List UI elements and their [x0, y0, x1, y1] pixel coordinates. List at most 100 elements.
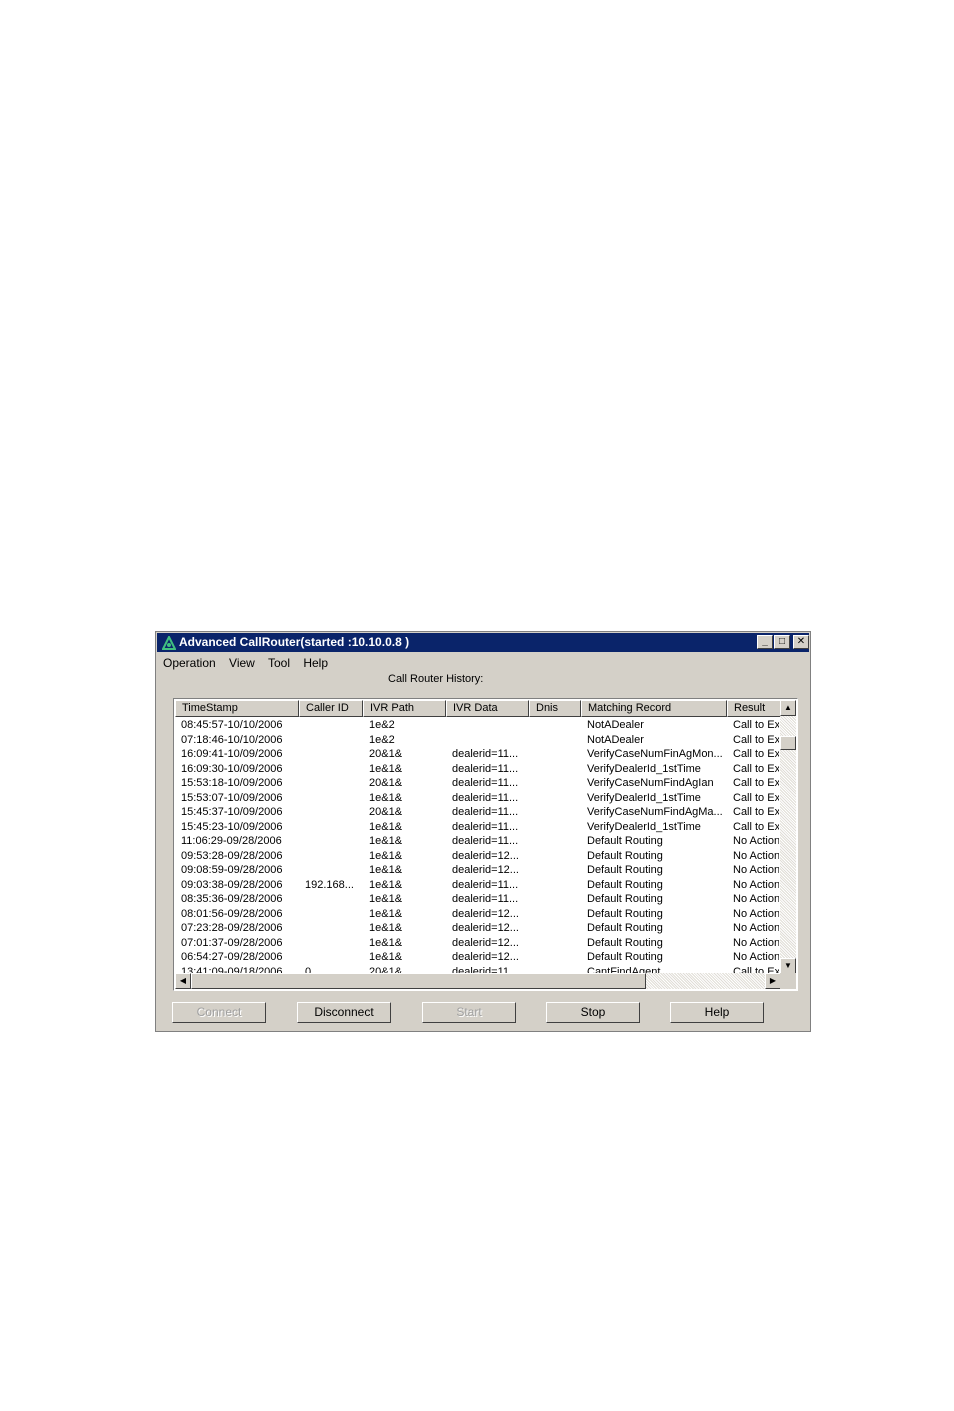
cell-result: No Action — [733, 835, 779, 847]
table-row[interactable]: 15:45:37-10/09/2006 20&1& dealerid=11... Ve… — [175, 805, 781, 820]
cell-matching-record: Default Routing — [587, 907, 663, 920]
cell-timestamp: 16:09:41-10/09/2006 — [181, 748, 283, 760]
close-button[interactable]: ✕ — [793, 635, 809, 649]
cell-ivr-path: 1e&1& — [369, 864, 403, 876]
cell-ivr-path: 1e&1& — [369, 907, 403, 920]
table-row[interactable]: 15:45:23-10/09/2006 1e&1& dealerid=11... Ve… — [175, 820, 781, 835]
table-row[interactable]: 09:08:59-09/28/2006 1e&1& dealerid=12... De… — [175, 863, 781, 878]
column-header-ivr-data[interactable]: IVR Data — [446, 700, 529, 717]
cell-result: No Action — [733, 907, 779, 920]
table-row[interactable]: 16:09:30-10/09/2006 1e&1& dealerid=11... Ve… — [175, 762, 781, 777]
table-row[interactable]: 08:45:57-10/10/2006 1e&2 NotADealer Call to… — [175, 718, 781, 733]
menu-view[interactable]: View — [229, 656, 255, 670]
table-row[interactable]: 11:06:29-09/28/2006 1e&1& dealerid=11... De… — [175, 834, 781, 849]
cell-ivr-data: dealerid=11... — [452, 820, 519, 833]
menu-tool[interactable]: Tool — [268, 656, 290, 670]
table-row[interactable]: 08:35:36-09/28/2006 1e&1& dealerid=11... De… — [175, 892, 781, 907]
cell-timestamp: 15:45:23-10/09/2006 — [181, 820, 283, 833]
cell-ivr-path: 1e&2 — [369, 719, 395, 731]
start-button[interactable]: Start — [422, 1002, 516, 1023]
cell-timestamp: 08:35:36-09/28/2006 — [181, 893, 283, 905]
table-row[interactable]: 08:01:56-09/28/2006 1e&1& dealerid=12... De… — [175, 907, 781, 922]
disconnect-button[interactable]: Disconnect — [297, 1002, 391, 1023]
history-label: Call Router History: — [388, 673, 484, 685]
table-row[interactable]: 06:54:27-09/28/2006 1e&1& dealerid=12... De… — [175, 950, 781, 965]
cell-result: No Action — [733, 936, 779, 949]
table-row[interactable]: 07:23:28-09/28/2006 1e&1& dealerid=12... De… — [175, 921, 781, 936]
cell-timestamp: 06:54:27-09/28/2006 — [181, 951, 283, 963]
cell-ivr-path: 1e&1& — [369, 936, 403, 949]
cell-timestamp: 09:08:59-09/28/2006 — [181, 864, 283, 876]
cell-timestamp: 07:23:28-09/28/2006 — [181, 922, 283, 934]
vertical-scroll-thumb[interactable] — [780, 736, 796, 750]
cell-ivr-path: 1e&1& — [369, 922, 403, 934]
cell-timestamp: 07:01:37-09/28/2006 — [181, 936, 283, 949]
cell-ivr-path: 20&1& — [369, 806, 403, 818]
cell-timestamp: 15:53:07-10/09/2006 — [181, 791, 283, 804]
column-header-result[interactable]: Result — [727, 700, 781, 717]
cell-timestamp: 09:03:38-09/28/2006 — [181, 878, 283, 891]
minimize-button[interactable]: _ — [757, 635, 773, 649]
cell-matching-record: VerifyDealerId_1stTime — [587, 791, 701, 804]
cell-ivr-data: dealerid=12... — [452, 849, 519, 862]
cell-ivr-path: 1e&1& — [369, 951, 403, 963]
cell-matching-record: VerifyCaseNumFinAgMon... — [587, 748, 723, 760]
cell-result: Call to Ex — [733, 733, 779, 746]
cell-matching-record: Default Routing — [587, 849, 663, 862]
title-bar[interactable]: Advanced CallRouter(started :10.10.0.8 )… — [157, 633, 809, 652]
column-header-timestamp[interactable]: TimeStamp — [175, 700, 299, 717]
cell-ivr-path: 1e&1& — [369, 762, 403, 775]
cell-timestamp: 15:53:18-10/09/2006 — [181, 777, 283, 789]
column-header-caller-id[interactable]: Caller ID — [299, 700, 363, 717]
cell-timestamp: 09:53:28-09/28/2006 — [181, 849, 283, 862]
cell-ivr-data: dealerid=11... — [452, 893, 519, 905]
menu-help[interactable]: Help — [303, 656, 328, 670]
cell-ivr-path: 20&1& — [369, 777, 403, 789]
menu-operation[interactable]: Operation — [163, 656, 216, 670]
cell-ivr-data: dealerid=11... — [452, 806, 519, 818]
history-list[interactable]: TimeStamp Caller ID IVR Path IVR Data Dnis Ma… — [173, 698, 798, 991]
cell-ivr-data: dealerid=11... — [452, 878, 519, 891]
scroll-right-icon[interactable]: ▶ — [765, 973, 781, 989]
window-title: Advanced CallRouter(started :10.10.0.8 ) — [179, 635, 410, 649]
cell-matching-record: NotADealer — [587, 719, 644, 731]
cell-ivr-path: 1e&1& — [369, 820, 403, 833]
stop-button[interactable]: Stop — [546, 1002, 640, 1023]
cell-matching-record: Default Routing — [587, 893, 663, 905]
cell-ivr-data: dealerid=12... — [452, 936, 519, 949]
table-row[interactable]: 09:03:38-09/28/2006 192.168... 1e&1& dealer… — [175, 878, 781, 893]
history-rows: 08:45:57-10/10/2006 1e&2 NotADealer Call to… — [175, 718, 781, 974]
cell-timestamp: 08:01:56-09/28/2006 — [181, 907, 283, 920]
scroll-left-icon[interactable]: ◀ — [175, 973, 191, 989]
table-row[interactable]: 15:53:18-10/09/2006 20&1& dealerid=11... Ve… — [175, 776, 781, 791]
maximize-button[interactable]: □ — [774, 635, 790, 649]
table-row[interactable]: 09:53:28-09/28/2006 1e&1& dealerid=12... De… — [175, 849, 781, 864]
horizontal-scroll-thumb[interactable] — [191, 973, 646, 989]
cell-ivr-data: dealerid=12... — [452, 922, 519, 934]
scroll-down-icon[interactable]: ▼ — [780, 958, 796, 974]
cell-result: Call to Ex — [733, 806, 779, 818]
cell-result: No Action — [733, 922, 779, 934]
cell-result: No Action — [733, 864, 779, 876]
vertical-scrollbar[interactable]: ▲ ▼ — [780, 700, 796, 974]
scroll-up-icon[interactable]: ▲ — [780, 700, 796, 716]
cell-matching-record: Default Routing — [587, 951, 663, 963]
cell-ivr-data: dealerid=11... — [452, 748, 519, 760]
table-row[interactable]: 16:09:41-10/09/2006 20&1& dealerid=11... Ve… — [175, 747, 781, 762]
column-header-row: TimeStamp Caller ID IVR Path IVR Data Dnis Ma… — [175, 700, 781, 717]
table-row[interactable]: 15:53:07-10/09/2006 1e&1& dealerid=11... Ve… — [175, 791, 781, 806]
cell-ivr-path: 20&1& — [369, 748, 403, 760]
horizontal-scrollbar[interactable]: ◀ ▶ — [175, 973, 781, 989]
table-row[interactable]: 07:01:37-09/28/2006 1e&1& dealerid=12... De… — [175, 936, 781, 951]
column-header-matching-record[interactable]: Matching Record — [581, 700, 727, 717]
column-header-ivr-path[interactable]: IVR Path — [363, 700, 446, 717]
cell-ivr-data: dealerid=11... — [452, 835, 519, 847]
column-header-dnis[interactable]: Dnis — [529, 700, 581, 717]
cell-result: No Action — [733, 951, 779, 963]
cell-matching-record: VerifyCaseNumFindAgMa... — [587, 806, 723, 818]
connect-button[interactable]: Connect — [172, 1002, 266, 1023]
help-button[interactable]: Help — [670, 1002, 764, 1023]
cell-ivr-path: 1e&1& — [369, 893, 403, 905]
cell-result: Call to Ex — [733, 777, 779, 789]
table-row[interactable]: 07:18:46-10/10/2006 1e&2 NotADealer Call to… — [175, 733, 781, 748]
